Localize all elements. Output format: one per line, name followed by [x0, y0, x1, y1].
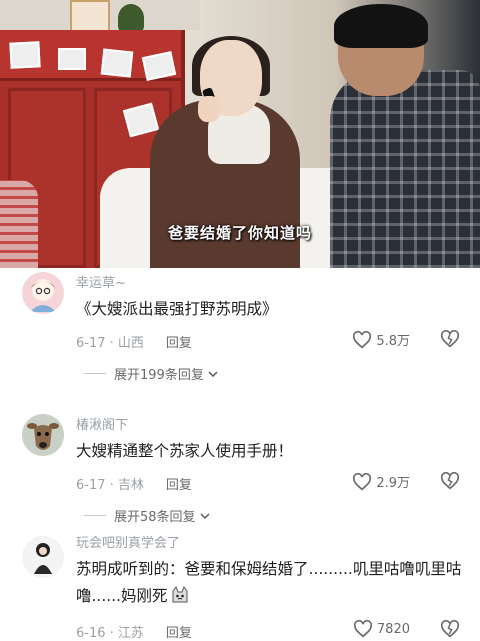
comment-text: 大嫂精通整个苏家人使用手册！	[76, 442, 294, 460]
picture-frame	[70, 0, 110, 32]
comment-item: 椿湫阁下 大嫂精通整个苏家人使用手册！ 6-17 · 吉林 回复 2.9万 展开5…	[0, 410, 480, 528]
comment-meta: 6-17 · 吉林 回复	[76, 474, 192, 493]
date-location: 6-16 · 江苏	[76, 626, 144, 641]
avatar[interactable]	[22, 536, 64, 578]
heart-outline-icon	[353, 330, 372, 348]
comment-text: 《大嫂派出最强打野苏明成》	[76, 300, 278, 318]
expand-replies[interactable]: 展开58条回复	[84, 506, 211, 525]
broken-heart-icon	[440, 472, 460, 490]
comment-item: 玩会吧别真学会了 苏明成听到的：爸要和保姆结婚了.........叽里咕噜叽里咕…	[0, 530, 480, 641]
comment-meta: 6-17 · 山西 回复	[76, 332, 192, 351]
heart-outline-icon	[353, 620, 372, 638]
like-button[interactable]: 5.8万	[352, 330, 410, 349]
dislike-button[interactable]	[440, 620, 460, 638]
expand-label: 展开199条回复	[114, 368, 204, 383]
comment-text: 苏明成听到的：爸要和保姆结婚了.........叽里咕噜叽里咕噜......妈刚…	[76, 560, 462, 605]
like-count: 7820	[376, 621, 410, 637]
date-location: 6-17 · 吉林	[76, 478, 144, 493]
expand-label: 展开58条回复	[114, 510, 196, 525]
avatar[interactable]	[22, 272, 64, 314]
reply-button[interactable]: 回复	[166, 336, 192, 351]
dislike-button[interactable]	[440, 472, 460, 490]
like-count: 5.8万	[376, 334, 410, 349]
expand-replies[interactable]: 展开199条回复	[84, 364, 219, 383]
broken-heart-icon	[440, 620, 460, 638]
potted-plant	[118, 4, 144, 32]
chevron-down-icon	[199, 512, 210, 519]
reply-button[interactable]: 回复	[166, 478, 192, 493]
username[interactable]: 椿湫阁下	[76, 414, 128, 433]
reply-button[interactable]: 回复	[166, 626, 192, 641]
username[interactable]: 幸运草~	[76, 272, 126, 291]
video-subtitle: 爸要结婚了你知道吗	[167, 224, 312, 242]
video-frame[interactable]: 爸要结婚了你知道吗	[0, 0, 480, 268]
comment-meta: 6-16 · 江苏 回复	[76, 622, 192, 641]
date-location: 6-17 · 山西	[76, 336, 144, 351]
heart-outline-icon	[353, 472, 372, 490]
chevron-down-icon	[208, 370, 218, 377]
like-button[interactable]: 2.9万	[352, 472, 410, 491]
like-count: 2.9万	[376, 476, 410, 491]
avatar[interactable]	[22, 414, 64, 456]
username[interactable]: 玩会吧别真学会了	[76, 532, 180, 551]
cat-emoji-icon	[172, 586, 188, 603]
dislike-button[interactable]	[440, 330, 460, 348]
broken-heart-icon	[440, 330, 460, 348]
like-button[interactable]: 7820	[353, 620, 410, 638]
comment-item: 幸运草~ 《大嫂派出最强打野苏明成》 6-17 · 山西 回复 5.8万 展开19…	[0, 268, 480, 390]
